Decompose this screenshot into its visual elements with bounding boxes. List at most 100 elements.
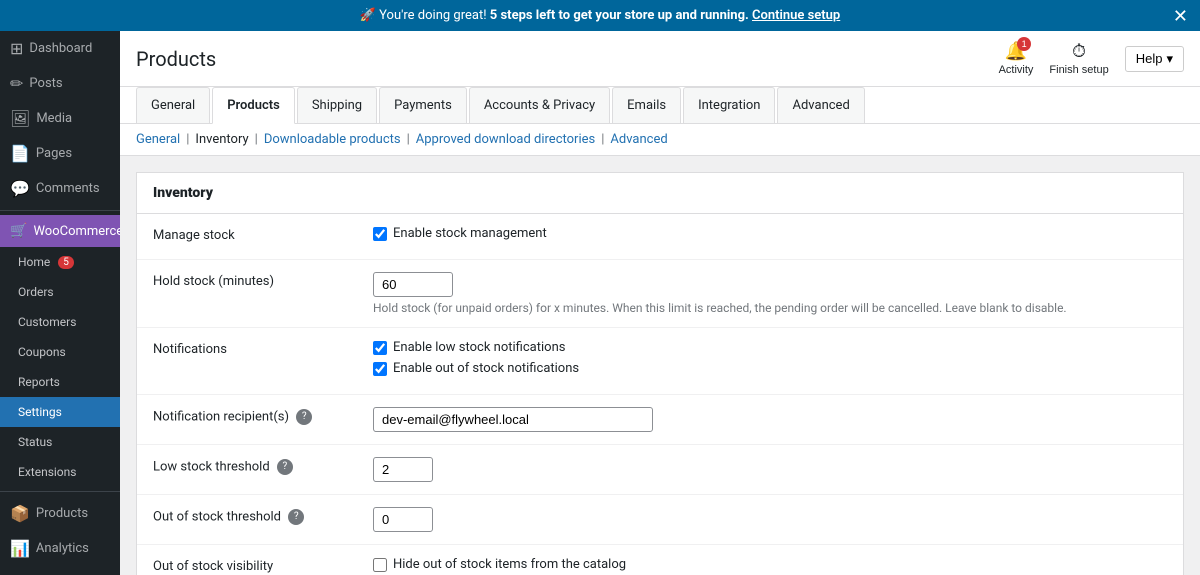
posts-icon: ✏ [10, 74, 23, 93]
low-stock-threshold-input[interactable] [373, 457, 433, 482]
hide-oos-label: Hide out of stock items from the catalog [393, 557, 626, 572]
subnav-sep3: | [407, 132, 410, 147]
dashboard-icon: ⊞ [10, 39, 23, 58]
sidebar-item-orders[interactable]: Orders [0, 277, 120, 307]
sidebar-item-label: Analytics [36, 541, 89, 556]
settings-tabs: General Products Shipping Payments Accou… [120, 87, 1200, 124]
sidebar-item-posts[interactable]: ✏ Posts [0, 66, 120, 101]
subnav-downloadable[interactable]: Downloadable products [264, 132, 401, 147]
sidebar-item-customers[interactable]: Customers [0, 307, 120, 337]
sidebar-item-pages[interactable]: 📄 Pages [0, 136, 120, 171]
subnav-general[interactable]: General [136, 132, 180, 147]
section-title: Inventory [137, 173, 1183, 214]
table-row: Hold stock (minutes) Hold stock (for unp… [137, 260, 1183, 328]
banner-text: 🚀 You're doing great! 5 steps left to ge… [360, 8, 841, 23]
analytics-icon: 📊 [10, 539, 30, 558]
finish-setup-label: Finish setup [1049, 64, 1108, 76]
tab-emails[interactable]: Emails [612, 87, 681, 123]
table-row: Out of stock threshold ? [137, 495, 1183, 545]
sidebar-item-dashboard[interactable]: ⊞ Dashboard [0, 31, 120, 66]
activity-button[interactable]: 🔔 1 Activity [999, 41, 1034, 76]
sidebar-item-products[interactable]: 📦 Products [0, 496, 120, 531]
sidebar-item-home[interactable]: Home 5 [0, 247, 120, 277]
pages-icon: 📄 [10, 144, 30, 163]
help-icon: ? [296, 409, 312, 425]
sidebar-item-reports[interactable]: Reports [0, 367, 120, 397]
sidebar-item-label: Media [36, 111, 72, 126]
sidebar-item-label: Posts [29, 76, 62, 91]
subnav-inventory[interactable]: Inventory [195, 132, 248, 147]
comments-icon: 💬 [10, 179, 30, 198]
sidebar-item-label: Dashboard [29, 41, 92, 56]
table-row: Manage stock Enable stock management [137, 214, 1183, 260]
sidebar-item-label: Extensions [18, 465, 76, 479]
sidebar-item-comments[interactable]: 💬 Comments [0, 171, 120, 206]
tab-shipping[interactable]: Shipping [297, 87, 377, 123]
help-button[interactable]: Help ▾ [1125, 46, 1184, 72]
low-stock-notif-checkbox[interactable] [373, 341, 387, 355]
banner-close-button[interactable]: ✕ [1173, 7, 1188, 25]
settings-table: Manage stock Enable stock management Hol… [137, 214, 1183, 575]
sidebar-item-label: Reports [18, 375, 60, 389]
control-manage-stock: Enable stock management [357, 214, 1183, 260]
sidebar-item-label: Products [36, 506, 88, 521]
finish-setup-icon: ⏱ [1072, 41, 1086, 62]
control-hold-stock: Hold stock (for unpaid orders) for x min… [357, 260, 1183, 328]
label-out-of-stock-threshold: Out of stock threshold ? [137, 495, 357, 545]
table-row: Low stock threshold ? [137, 445, 1183, 495]
out-stock-notif-label: Enable out of stock notifications [393, 361, 579, 376]
subnav-advanced[interactable]: Advanced [610, 132, 667, 147]
home-badge: 5 [58, 256, 74, 269]
out-stock-notif-checkbox[interactable] [373, 362, 387, 376]
tab-products[interactable]: Products [212, 87, 295, 124]
sidebar-item-label: Orders [18, 285, 54, 299]
label-notification-recipient: Notification recipient(s) ? [137, 395, 357, 445]
hold-stock-help-text: Hold stock (for unpaid orders) for x min… [373, 301, 1167, 315]
hold-stock-input[interactable] [373, 272, 453, 297]
enable-stock-checkbox[interactable] [373, 227, 387, 241]
sidebar-item-label: Pages [36, 146, 72, 161]
sidebar-item-analytics[interactable]: 📊 Analytics [0, 531, 120, 566]
help-icon: ? [288, 509, 304, 525]
out-of-stock-threshold-input[interactable] [373, 507, 433, 532]
subnav-sep2: | [255, 132, 258, 147]
chevron-down-icon: ▾ [1166, 51, 1173, 67]
table-row: Notification recipient(s) ? [137, 395, 1183, 445]
sidebar-item-label: Status [18, 435, 52, 449]
label-notifications: Notifications [137, 328, 357, 395]
continue-setup-link[interactable]: Continue setup [752, 8, 840, 23]
sidebar-item-extensions[interactable]: Extensions [0, 457, 120, 487]
table-row: Notifications Enable low stock notificat… [137, 328, 1183, 395]
sidebar-item-label: Customers [18, 315, 76, 329]
sidebar-item-status[interactable]: Status [0, 427, 120, 457]
media-icon: 🖼 [10, 109, 30, 128]
control-low-stock-threshold [357, 445, 1183, 495]
sidebar-item-label: Coupons [18, 345, 66, 359]
sidebar-item-media[interactable]: 🖼 Media [0, 101, 120, 136]
hide-oos-checkbox[interactable] [373, 558, 387, 572]
tab-advanced[interactable]: Advanced [777, 87, 864, 123]
finish-setup-button[interactable]: ⏱ Finish setup [1049, 41, 1108, 76]
tab-payments[interactable]: Payments [379, 87, 467, 123]
sub-nav: General | Inventory | Downloadable produ… [120, 124, 1200, 156]
control-notifications: Enable low stock notifications Enable ou… [357, 328, 1183, 395]
control-notification-recipient [357, 395, 1183, 445]
activity-icon: 🔔 1 [1005, 41, 1027, 62]
tab-integration[interactable]: Integration [683, 87, 775, 123]
tab-accounts-privacy[interactable]: Accounts & Privacy [469, 87, 610, 123]
sidebar-item-coupons[interactable]: Coupons [0, 337, 120, 367]
sidebar: ⊞ Dashboard ✏ Posts 🖼 Media 📄 Pages 💬 Co… [0, 31, 120, 575]
help-label: Help [1136, 51, 1163, 66]
sidebar-item-marketing[interactable]: 📣 Marketing [0, 566, 120, 575]
low-stock-notif-label: Enable low stock notifications [393, 340, 565, 355]
sidebar-item-settings[interactable]: Settings [0, 397, 120, 427]
control-out-of-stock-visibility: Hide out of stock items from the catalog [357, 545, 1183, 575]
products-icon: 📦 [10, 504, 30, 523]
tab-general[interactable]: General [136, 87, 210, 123]
label-low-stock-threshold: Low stock threshold ? [137, 445, 357, 495]
notification-recipient-input[interactable] [373, 407, 653, 432]
sidebar-item-woocommerce[interactable]: 🛒 WooCommerce [0, 215, 120, 247]
subnav-approved-dirs[interactable]: Approved download directories [416, 132, 595, 147]
notification-banner: 🚀 You're doing great! 5 steps left to ge… [0, 0, 1200, 31]
top-bar-actions: 🔔 1 Activity ⏱ Finish setup Help ▾ [999, 41, 1184, 76]
